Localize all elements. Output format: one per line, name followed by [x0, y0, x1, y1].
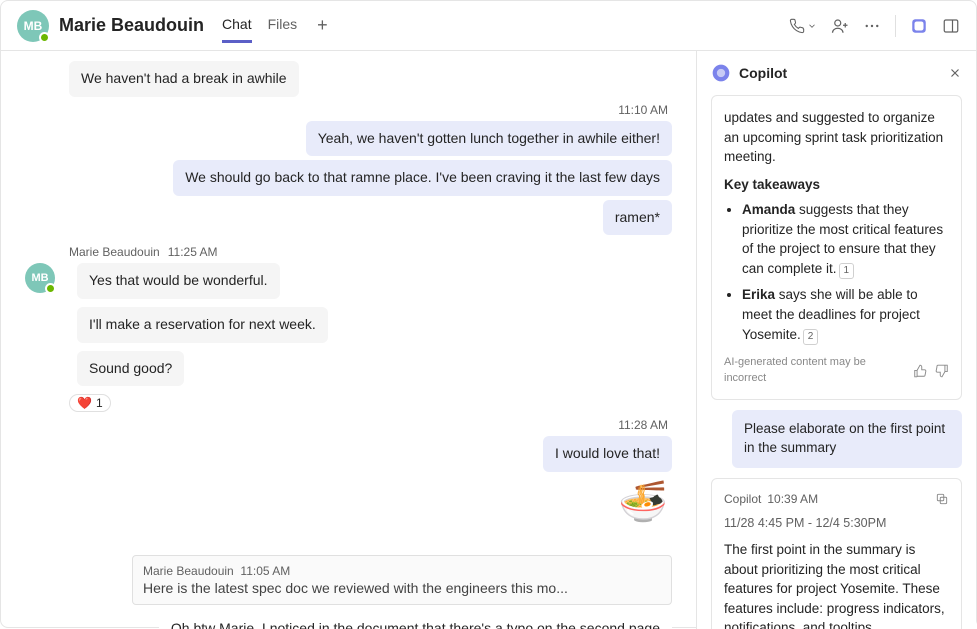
message-bubble[interactable]: I'll make a reservation for next week.: [77, 307, 328, 343]
message-bubble[interactable]: We should go back to that ramne place. I…: [173, 160, 672, 196]
tab-files[interactable]: Files: [268, 8, 298, 43]
sender-label: Marie Beaudouin 11:25 AM: [69, 245, 672, 259]
takeaway-item: Erika says she will be able to meet the …: [742, 285, 949, 345]
presence-indicator: [39, 32, 50, 43]
copilot-header: Copilot: [697, 51, 976, 95]
copilot-sender: Copilot: [724, 491, 761, 508]
quote-body: Here is the latest spec doc we reviewed …: [143, 580, 661, 596]
copilot-text: The first point in the summary is about …: [724, 540, 949, 629]
thumbs-up-button[interactable]: [913, 364, 927, 378]
ai-disclaimer: AI-generated content may be incorrect: [724, 355, 897, 387]
tab-chat[interactable]: Chat: [222, 8, 252, 43]
close-button[interactable]: [948, 66, 962, 80]
timestamp: 11:28 AM: [25, 418, 668, 432]
copilot-toggle-button[interactable]: [910, 17, 928, 35]
message-bubble[interactable]: I would love that!: [543, 436, 672, 472]
message-bubble[interactable]: Sound good?: [77, 351, 184, 387]
copilot-response-card: updates and suggested to organize an upc…: [711, 95, 962, 400]
tabs: Chat Files +: [222, 8, 332, 43]
chat-title: Marie Beaudouin: [59, 15, 204, 36]
message-bubble[interactable]: Yeah, we haven't gotten lunch together i…: [306, 121, 672, 157]
copilot-body[interactable]: updates and suggested to organize an upc…: [697, 95, 976, 629]
avatar[interactable]: MB: [17, 10, 49, 42]
sender-time: 11:25 AM: [168, 245, 218, 259]
reaction-heart[interactable]: ❤️ 1: [69, 394, 111, 412]
takeaway-item: Amanda suggests that they prioritize the…: [742, 200, 949, 279]
timestamp: 11:10 AM: [25, 103, 668, 117]
avatar-initials: MB: [24, 19, 43, 33]
more-options-button[interactable]: [863, 17, 881, 35]
reaction-count: 1: [96, 396, 103, 410]
copilot-title: Copilot: [739, 65, 940, 81]
header-actions: [789, 15, 960, 37]
avatar-initials: MB: [31, 272, 48, 284]
avatar[interactable]: MB: [25, 263, 55, 293]
time-range: 11/28 4:45 PM - 12/4 5:30PM: [724, 514, 949, 532]
copilot-text: updates and suggested to organize an upc…: [724, 108, 949, 167]
message-bubble[interactable]: We haven't had a break in awhile: [69, 61, 299, 97]
copilot-response-card: Copilot 10:39 AM 11/28 4:45 PM - 12/4 5:…: [711, 478, 962, 629]
heart-icon: ❤️: [77, 396, 92, 410]
tab-add-button[interactable]: +: [313, 15, 332, 36]
chat-header: MB Marie Beaudouin Chat Files +: [1, 1, 976, 51]
call-button[interactable]: [789, 18, 817, 34]
ramen-emoji: 🍜: [25, 478, 668, 525]
people-add-button[interactable]: [831, 17, 849, 35]
message-bubble[interactable]: ramen*: [603, 200, 672, 236]
quote-sender: Marie Beaudouin: [143, 564, 234, 578]
message-bubble[interactable]: Oh btw Marie, I noticed in the document …: [159, 611, 672, 629]
thumbs-down-button[interactable]: [935, 364, 949, 378]
quoted-message[interactable]: Marie Beaudouin 11:05 AM Here is the lat…: [132, 555, 672, 605]
presence-indicator: [45, 283, 56, 294]
copy-button[interactable]: [935, 492, 949, 506]
copilot-time: 10:39 AM: [767, 491, 818, 508]
copilot-panel: Copilot updates and suggested to organiz…: [696, 51, 976, 629]
key-takeaways-heading: Key takeaways: [724, 175, 949, 195]
copilot-user-prompt[interactable]: Please elaborate on the first point in t…: [732, 410, 962, 468]
quote-time: 11:05 AM: [240, 564, 290, 578]
separator: [895, 15, 896, 37]
pane-toggle-button[interactable]: [942, 17, 960, 35]
message-bubble[interactable]: Yes that would be wonderful.: [77, 263, 280, 299]
reference-badge[interactable]: 1: [839, 263, 855, 280]
copilot-icon: [711, 63, 731, 83]
sender-name: Marie Beaudouin: [69, 245, 160, 259]
chat-messages[interactable]: We haven't had a break in awhile 11:10 A…: [1, 51, 696, 629]
reference-badge[interactable]: 2: [803, 329, 819, 346]
